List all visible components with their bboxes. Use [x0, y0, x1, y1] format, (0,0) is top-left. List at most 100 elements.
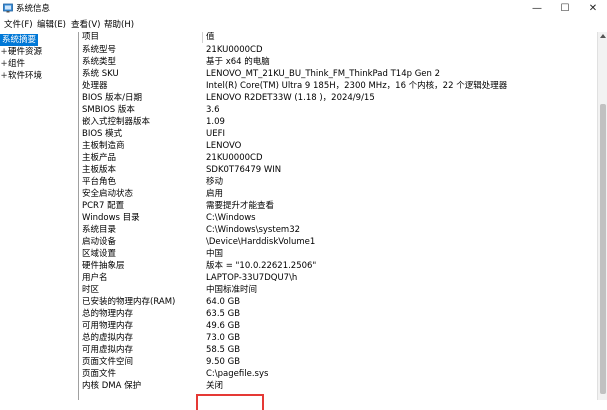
close-button[interactable]: ✕ [579, 0, 607, 16]
table-row[interactable]: 硬件抽象层 版本 = "10.0.22621.2506" [79, 260, 598, 272]
table-row[interactable]: 主板版本 SDK0T76479 WIN [79, 164, 598, 176]
menu-edit[interactable]: 编辑(E) [37, 18, 66, 30]
item-value: UEFI [206, 129, 225, 139]
scroll-up-arrow-icon[interactable] [600, 34, 606, 38]
table-row[interactable]: BIOS 版本/日期 LENOVO R2DET33W (1.18 )，2024/9… [79, 92, 598, 104]
minimize-button[interactable]: — [523, 0, 551, 16]
table-row[interactable]: 已安装的物理内存(RAM) 64.0 GB [79, 296, 598, 308]
item-value: Intel(R) Core(TM) Ultra 9 185H，2300 MHz，… [206, 81, 508, 91]
item-name: 嵌入式控制器版本 [82, 117, 151, 127]
item-value: LAPTOP-33U7DQU7\h [206, 273, 298, 283]
expand-icon[interactable]: + [0, 46, 8, 58]
maximize-button[interactable]: ☐ [551, 0, 579, 16]
item-name: 时区 [82, 285, 100, 295]
item-name: 总的虚拟内存 [82, 333, 134, 343]
system-info-app-icon [3, 3, 13, 13]
item-value: 49.6 GB [206, 321, 241, 331]
item-name: 主板版本 [82, 165, 117, 175]
category-tree: 系统摘要 +硬件资源 +组件 +软件环境 [0, 32, 79, 400]
table-row[interactable]: 嵌入式控制器版本 1.09 [79, 116, 598, 128]
table-row[interactable]: 启动设备 \Device\HarddiskVolume1 [79, 236, 598, 248]
item-value: 58.5 GB [206, 345, 241, 355]
menu-view[interactable]: 查看(V) [71, 18, 100, 30]
item-name: 已安装的物理内存(RAM) [82, 297, 176, 307]
item-value: 21KU0000CD [206, 153, 263, 163]
item-name: 启动设备 [82, 237, 117, 247]
item-name: 主板制造商 [82, 141, 125, 151]
tree-item-hardware-resources[interactable]: +硬件资源 [0, 46, 42, 58]
item-value: 启用 [206, 189, 224, 199]
expand-icon[interactable]: + [0, 58, 8, 70]
scrollbar-thumb[interactable] [600, 104, 606, 394]
item-name: 内核 DMA 保护 [82, 381, 142, 391]
column-header-item[interactable]: 项目 [82, 32, 99, 43]
item-value: LENOVO [206, 141, 242, 151]
window-title: 系统信息 [16, 4, 51, 14]
table-row[interactable]: 可用物理内存 49.6 GB [79, 320, 598, 332]
table-row[interactable]: 系统 SKU LENOVO_MT_21KU_BU_Think_FM_ThinkPa… [79, 68, 598, 80]
table-row[interactable]: 页面文件空间 9.50 GB [79, 356, 598, 368]
table-row[interactable]: 用户名 LAPTOP-33U7DQU7\h [79, 272, 598, 284]
details-pane: 项目 值 系统型号 21KU0000CD 系统类型 基于 x64 的电脑 系统 SKU L… [78, 32, 598, 400]
item-name: PCR7 配置 [82, 201, 125, 211]
item-name: 系统类型 [82, 57, 117, 67]
item-value: 版本 = "10.0.22621.2506" [206, 261, 317, 271]
item-value: 中国 [206, 249, 224, 259]
highlight-box [196, 394, 264, 410]
tree-item-system-summary[interactable]: 系统摘要 [0, 34, 39, 46]
item-name: 系统 SKU [82, 69, 119, 79]
table-row[interactable]: Windows 目录 C:\Windows [79, 212, 598, 224]
table-row[interactable]: 主板产品 21KU0000CD [79, 152, 598, 164]
item-value: 63.5 GB [206, 309, 241, 319]
vertical-scrollbar[interactable] [597, 32, 607, 400]
table-row[interactable]: 系统类型 基于 x64 的电脑 [79, 56, 598, 68]
item-value: 中国标准时间 [206, 285, 258, 295]
table-row[interactable]: 安全启动状态 启用 [79, 188, 598, 200]
item-value: 移动 [206, 177, 224, 187]
table-row[interactable]: BIOS 模式 UEFI [79, 128, 598, 140]
menu-bar: 文件(F) 编辑(E) 查看(V) 帮助(H) [0, 16, 607, 32]
table-row[interactable]: PCR7 配置 需要提升才能查看 [79, 200, 598, 212]
item-name: 系统型号 [82, 45, 117, 55]
expand-icon[interactable]: + [0, 70, 8, 82]
item-name: 用户名 [82, 273, 108, 283]
item-name: 区域设置 [82, 249, 117, 259]
column-divider[interactable] [202, 32, 203, 43]
column-header-value[interactable]: 值 [206, 32, 215, 43]
tree-item-software-environment[interactable]: +软件环境 [0, 70, 42, 82]
item-value: 64.0 GB [206, 297, 241, 307]
item-value: C:\pagefile.sys [206, 369, 269, 379]
table-row[interactable]: 总的虚拟内存 73.0 GB [79, 332, 598, 344]
table-row[interactable]: 页面文件 C:\pagefile.sys [79, 368, 598, 380]
table-row[interactable]: 区域设置 中国 [79, 248, 598, 260]
table-row[interactable]: 主板制造商 LENOVO [79, 140, 598, 152]
table-row[interactable]: SMBIOS 版本 3.6 [79, 104, 598, 116]
item-value: LENOVO_MT_21KU_BU_Think_FM_ThinkPad T14p… [206, 69, 441, 79]
menu-file[interactable]: 文件(F) [4, 18, 33, 30]
item-name: SMBIOS 版本 [82, 105, 135, 115]
item-name: 系统目录 [82, 225, 117, 235]
table-row[interactable]: 内核 DMA 保护 关闭 [79, 380, 598, 392]
table-row[interactable]: 系统型号 21KU0000CD [79, 44, 598, 56]
item-value: 9.50 GB [206, 357, 241, 367]
item-name: Windows 目录 [82, 213, 140, 223]
item-name: 总的物理内存 [82, 309, 134, 319]
tree-item-label: 硬件资源 [8, 47, 43, 57]
item-value: 需要提升才能查看 [206, 201, 275, 211]
table-header: 项目 值 [79, 32, 598, 43]
table-row[interactable]: 处理器 Intel(R) Core(TM) Ultra 9 185H，2300 M… [79, 80, 598, 92]
table-row[interactable]: 系统目录 C:\Windows\system32 [79, 224, 598, 236]
item-value: \Device\HarddiskVolume1 [206, 237, 316, 247]
table-row[interactable]: 平台角色 移动 [79, 176, 598, 188]
table-row[interactable]: 可用虚拟内存 58.5 GB [79, 344, 598, 356]
table-row[interactable]: 时区 中国标准时间 [79, 284, 598, 296]
tree-item-components[interactable]: +组件 [0, 58, 25, 70]
item-value: C:\Windows\system32 [206, 225, 301, 235]
item-name: 安全启动状态 [82, 189, 134, 199]
menu-help[interactable]: 帮助(H) [104, 18, 134, 30]
item-value: 基于 x64 的电脑 [206, 57, 270, 67]
item-name: 页面文件空间 [82, 357, 134, 367]
item-value: 1.09 [206, 117, 225, 127]
item-name: 可用物理内存 [82, 321, 134, 331]
table-row[interactable]: 总的物理内存 63.5 GB [79, 308, 598, 320]
